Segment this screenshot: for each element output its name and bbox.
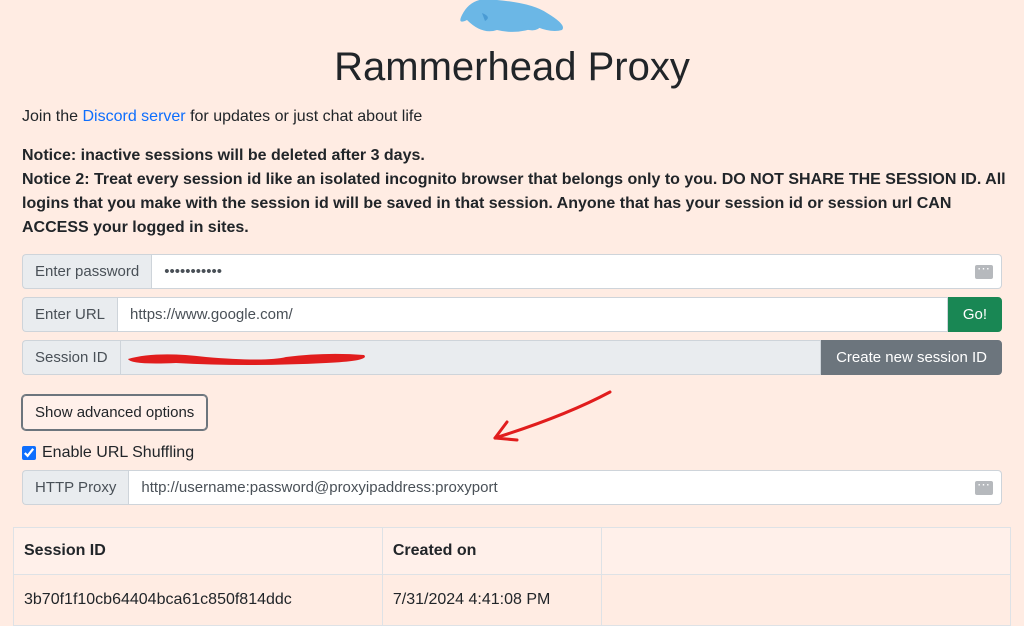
th-actions [602,528,1011,575]
keyboard-icon [975,254,1002,289]
password-input[interactable] [151,254,975,289]
show-advanced-button[interactable]: Show advanced options [22,395,207,430]
http-proxy-input[interactable] [128,470,975,505]
cell-created-on: 7/31/2024 4:41:08 PM [382,575,601,626]
th-session-id: Session ID [14,528,383,575]
http-proxy-label: HTTP Proxy [22,470,128,505]
keyboard-icon [975,470,1002,505]
cell-session-id: 3b70f1f10cb64404bca61c850f814ddc [14,575,383,626]
sessions-table: Session ID Created on 3b70f1f10cb64404bc… [13,527,1011,626]
go-button[interactable]: Go! [948,297,1002,332]
discord-link[interactable]: Discord server [82,108,185,125]
url-shuffling-label: Enable URL Shuffling [42,444,194,462]
cell-actions [602,575,1011,626]
table-row: 3b70f1f10cb64404bca61c850f814ddc 7/31/20… [14,575,1011,626]
redaction-mark [126,347,376,369]
notice-1: Notice: inactive sessions will be delete… [22,144,1014,168]
join-prefix: Join the [22,108,82,125]
page-title: Rammerhead Proxy [10,45,1014,90]
th-created-on: Created on [382,528,601,575]
session-id-label: Session ID [22,340,120,375]
create-session-button[interactable]: Create new session ID [821,340,1002,375]
join-suffix: for updates or just chat about life [186,108,423,125]
password-label: Enter password [22,254,151,289]
session-id-readonly [120,340,822,375]
url-label: Enter URL [22,297,117,332]
url-shuffling-checkbox[interactable] [22,446,36,460]
url-input[interactable] [117,297,948,332]
notice-2: Notice 2: Treat every session id like an… [22,168,1014,240]
join-line: Join the Discord server for updates or j… [10,108,1014,126]
rammerhead-logo [437,0,587,40]
